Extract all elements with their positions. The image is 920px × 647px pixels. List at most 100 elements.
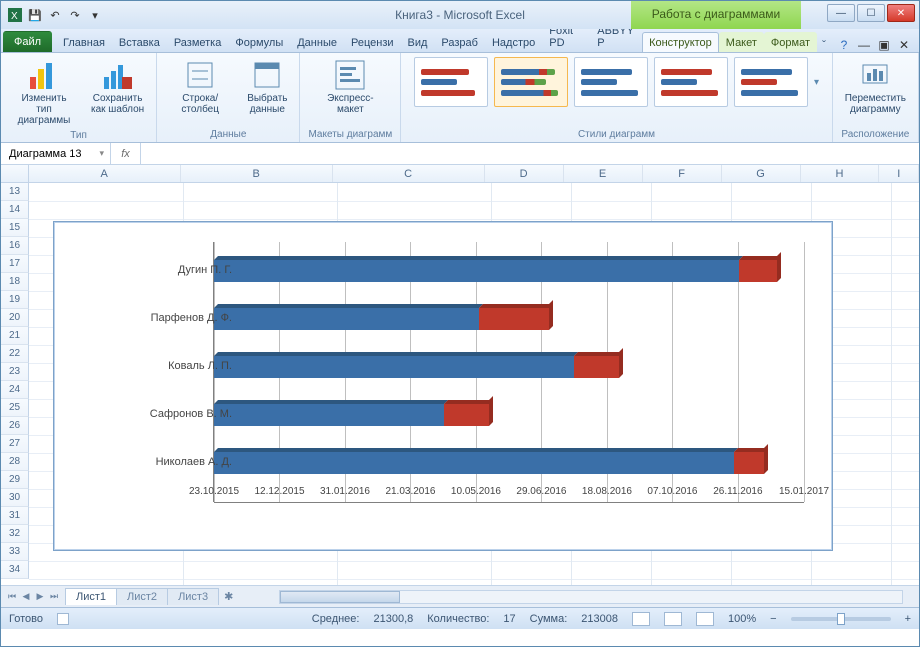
- row-head-26[interactable]: 26: [1, 417, 29, 435]
- name-box[interactable]: ▾: [1, 143, 111, 164]
- row-head-19[interactable]: 19: [1, 291, 29, 309]
- name-box-input[interactable]: [7, 147, 99, 161]
- col-head-B[interactable]: B: [181, 165, 333, 182]
- col-head-I[interactable]: I: [879, 165, 918, 182]
- macro-record-icon[interactable]: [57, 613, 69, 625]
- tab-home[interactable]: Главная: [56, 32, 112, 52]
- workbook-close-icon[interactable]: ✕: [897, 38, 911, 52]
- tab-formulas[interactable]: Формулы: [228, 32, 290, 52]
- save-template-button[interactable]: Сохранить как шаблон: [87, 57, 148, 117]
- sheet-tab-3[interactable]: Лист3: [167, 588, 219, 605]
- chart-bar[interactable]: [214, 404, 489, 426]
- zoom-in-icon[interactable]: +: [905, 613, 911, 625]
- tab-insert[interactable]: Вставка: [112, 32, 167, 52]
- tab-chart-design[interactable]: Конструктор: [642, 32, 719, 52]
- tab-addins[interactable]: Надстро: [485, 32, 542, 52]
- chart-object[interactable]: Николаев А. Д.Сафронов В. М.Коваль Л. П.…: [53, 221, 833, 551]
- tab-nav-next-icon[interactable]: ▶: [33, 591, 47, 602]
- col-head-C[interactable]: C: [333, 165, 485, 182]
- fx-icon[interactable]: fx: [111, 143, 141, 164]
- tab-nav-prev-icon[interactable]: ◀: [19, 591, 33, 602]
- tab-developer[interactable]: Разраб: [434, 32, 485, 52]
- row-head-24[interactable]: 24: [1, 381, 29, 399]
- row-head-32[interactable]: 32: [1, 525, 29, 543]
- col-head-A[interactable]: A: [29, 165, 181, 182]
- row-head-13[interactable]: 13: [1, 183, 29, 201]
- new-sheet-icon[interactable]: ✱: [218, 590, 239, 603]
- chart-style-3[interactable]: [574, 57, 648, 107]
- minimize-button[interactable]: —: [827, 4, 855, 22]
- chart-style-4[interactable]: [654, 57, 728, 107]
- view-normal-button[interactable]: [632, 612, 650, 626]
- chart-bar[interactable]: [214, 452, 764, 474]
- row-head-27[interactable]: 27: [1, 435, 29, 453]
- tab-chart-format[interactable]: Формат: [764, 32, 817, 52]
- chart-bar[interactable]: [214, 260, 777, 282]
- row-head-17[interactable]: 17: [1, 255, 29, 273]
- col-head-E[interactable]: E: [564, 165, 643, 182]
- minimize-ribbon-icon[interactable]: ˇ: [817, 38, 831, 52]
- row-head-16[interactable]: 16: [1, 237, 29, 255]
- tab-file[interactable]: Файл: [3, 31, 52, 52]
- chart-style-5[interactable]: [734, 57, 808, 107]
- horizontal-scrollbar[interactable]: [279, 590, 903, 604]
- zoom-level[interactable]: 100%: [728, 613, 756, 625]
- row-head-33[interactable]: 33: [1, 543, 29, 561]
- sheet-tab-1[interactable]: Лист1: [65, 588, 117, 605]
- col-head-H[interactable]: H: [801, 165, 880, 182]
- chart-style-1[interactable]: [414, 57, 488, 107]
- hscroll-thumb[interactable]: [280, 591, 400, 603]
- zoom-slider-thumb[interactable]: [837, 613, 845, 625]
- styles-more-icon[interactable]: ▾: [814, 77, 819, 88]
- row-head-15[interactable]: 15: [1, 219, 29, 237]
- switch-row-column-button[interactable]: Строка/столбец: [165, 57, 235, 117]
- chart-styles-gallery[interactable]: ▾: [414, 57, 819, 107]
- save-icon[interactable]: 💾: [27, 7, 43, 23]
- workbook-restore-icon[interactable]: ▣: [877, 38, 891, 52]
- change-chart-type-button[interactable]: Изменить тип диаграммы: [9, 57, 79, 128]
- row-head-29[interactable]: 29: [1, 471, 29, 489]
- row-head-23[interactable]: 23: [1, 363, 29, 381]
- tab-nav-last-icon[interactable]: ⏭: [47, 591, 61, 602]
- view-pagelayout-button[interactable]: [664, 612, 682, 626]
- chart-plot-area[interactable]: [214, 242, 804, 502]
- row-head-31[interactable]: 31: [1, 507, 29, 525]
- row-head-34[interactable]: 34: [1, 561, 29, 579]
- tab-chart-layout[interactable]: Макет: [719, 32, 764, 52]
- redo-icon[interactable]: ↷: [67, 7, 83, 23]
- row-head-28[interactable]: 28: [1, 453, 29, 471]
- chart-style-2[interactable]: [494, 57, 568, 107]
- move-chart-button[interactable]: Переместить диаграмму: [841, 57, 910, 117]
- row-head-18[interactable]: 18: [1, 273, 29, 291]
- undo-icon[interactable]: ↶: [47, 7, 63, 23]
- col-head-G[interactable]: G: [722, 165, 801, 182]
- row-head-20[interactable]: 20: [1, 309, 29, 327]
- row-head-14[interactable]: 14: [1, 201, 29, 219]
- col-head-F[interactable]: F: [643, 165, 722, 182]
- maximize-button[interactable]: ☐: [857, 4, 885, 22]
- formula-input[interactable]: [141, 143, 919, 164]
- select-all-corner[interactable]: [1, 165, 29, 182]
- row-head-25[interactable]: 25: [1, 399, 29, 417]
- help-icon[interactable]: ?: [837, 38, 851, 52]
- tab-nav-first-icon[interactable]: ⏮: [5, 591, 19, 602]
- tab-review[interactable]: Рецензи: [344, 32, 401, 52]
- tab-data[interactable]: Данные: [290, 32, 344, 52]
- row-head-21[interactable]: 21: [1, 327, 29, 345]
- tab-view[interactable]: Вид: [401, 32, 435, 52]
- row-head-22[interactable]: 22: [1, 345, 29, 363]
- workbook-min-icon[interactable]: —: [857, 38, 871, 52]
- close-button[interactable]: ✕: [887, 4, 915, 22]
- col-head-D[interactable]: D: [485, 165, 564, 182]
- zoom-out-icon[interactable]: −: [770, 613, 776, 625]
- zoom-slider[interactable]: [791, 617, 891, 621]
- chart-bar[interactable]: [214, 356, 619, 378]
- sheet-tab-2[interactable]: Лист2: [116, 588, 168, 605]
- qat-dropdown-icon[interactable]: ▾: [87, 7, 103, 23]
- chart-bar[interactable]: [214, 308, 549, 330]
- select-data-button[interactable]: Выбрать данные: [243, 57, 291, 117]
- view-pagebreak-button[interactable]: [696, 612, 714, 626]
- tab-layout[interactable]: Разметка: [167, 32, 229, 52]
- quick-layout-button[interactable]: Экспресс-макет: [315, 57, 385, 117]
- row-head-30[interactable]: 30: [1, 489, 29, 507]
